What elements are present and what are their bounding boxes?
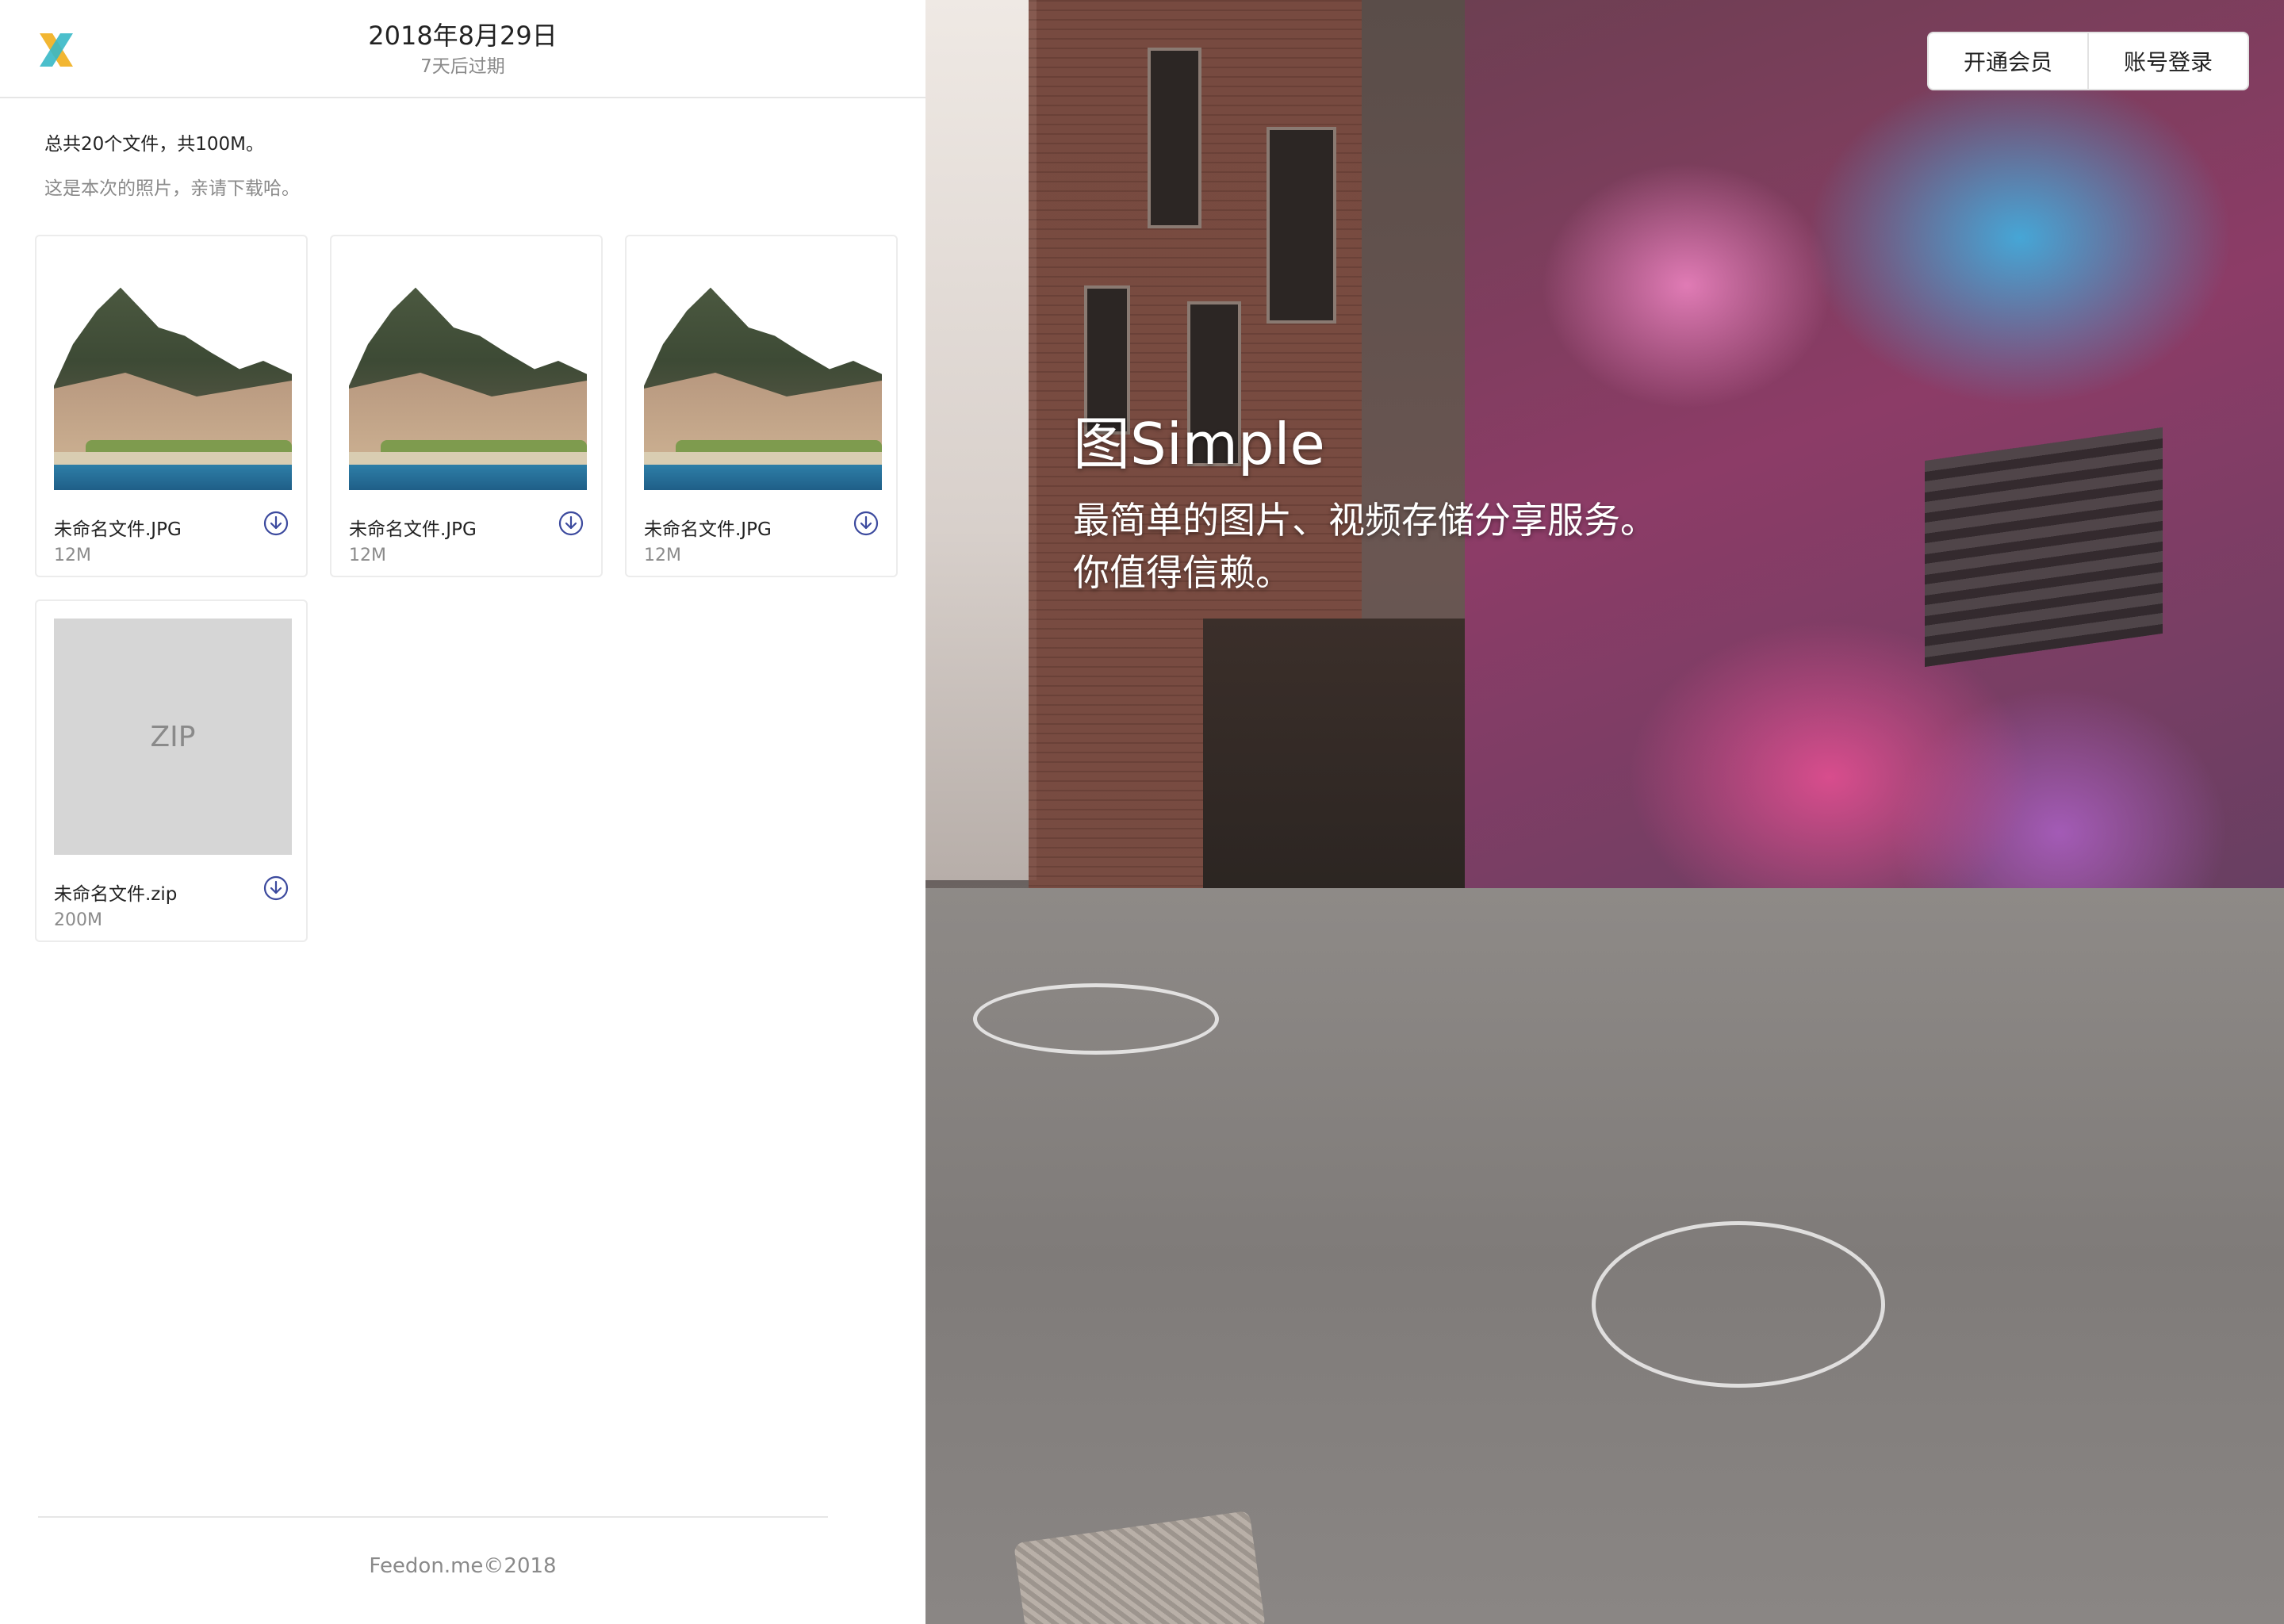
file-name: 未命名文件.JPG <box>644 519 772 540</box>
hero-subtitle-line1: 最简单的图片、视频存储分享服务。 <box>1073 499 1657 542</box>
hero-title: 图Simple <box>1073 411 1325 477</box>
login-button[interactable]: 账号登录 <box>2087 33 2248 89</box>
photo-thumbnail <box>349 254 587 490</box>
footer-copyright: Feedon.me©2018 <box>369 1554 557 1578</box>
file-size: 200M <box>54 910 102 930</box>
files-note: 这是本次的照片，亲请下载哈。 <box>44 178 300 199</box>
download-icon[interactable] <box>853 511 879 536</box>
hero-background-photo <box>925 0 2284 1624</box>
header-date: 2018年8月29日 <box>368 21 558 51</box>
hero-window <box>1267 127 1336 324</box>
files-summary: 总共20个文件，共100M。 <box>44 134 265 155</box>
top-actions: 开通会员 账号登录 <box>1927 32 2249 90</box>
zip-thumbnail: ZIP <box>54 619 292 855</box>
hero-subtitle-line2: 你值得信赖。 <box>1073 551 1292 594</box>
file-name: 未命名文件.JPG <box>54 519 182 540</box>
membership-button[interactable]: 开通会员 <box>1929 33 2087 89</box>
file-panel: 2018年8月29日 7天后过期 总共20个文件，共100M。 这是本次的照片，… <box>0 0 925 1624</box>
header-center: 2018年8月29日 7天后过期 <box>0 17 925 79</box>
panel-header: 2018年8月29日 7天后过期 <box>0 0 925 98</box>
hero-chalk-mark <box>973 983 1219 1055</box>
file-thumbnail[interactable]: ZIP <box>54 619 292 855</box>
file-size: 12M <box>644 546 681 565</box>
file-thumbnail[interactable] <box>644 254 882 490</box>
header-expire: 7天后过期 <box>420 56 505 77</box>
file-name: 未命名文件.zip <box>54 884 178 905</box>
photo-thumbnail <box>54 254 292 490</box>
hero-chalk-mark <box>1592 1221 1885 1388</box>
file-size: 12M <box>349 546 386 565</box>
file-card[interactable]: 未命名文件.JPG 12M <box>35 235 308 577</box>
hero-text: 图Simple 最简单的图片、视频存储分享服务。 你值得信赖。 <box>1073 408 1657 599</box>
download-icon[interactable] <box>558 511 584 536</box>
file-thumbnail[interactable] <box>349 254 587 490</box>
file-card[interactable]: ZIP 未命名文件.zip 200M <box>35 599 308 942</box>
download-icon[interactable] <box>263 875 289 901</box>
hero-subtitle: 最简单的图片、视频存储分享服务。 你值得信赖。 <box>1073 494 1657 599</box>
footer-divider <box>38 1516 828 1518</box>
file-card[interactable]: 未命名文件.JPG 12M <box>625 235 898 577</box>
file-name: 未命名文件.JPG <box>349 519 477 540</box>
hero-window <box>1148 48 1201 228</box>
file-size: 12M <box>54 546 91 565</box>
file-card[interactable]: 未命名文件.JPG 12M <box>330 235 603 577</box>
file-thumbnail[interactable] <box>54 254 292 490</box>
download-icon[interactable] <box>263 511 289 536</box>
hero-shutter <box>1925 427 2163 668</box>
photo-thumbnail <box>644 254 882 490</box>
hero-sky <box>925 0 1037 880</box>
